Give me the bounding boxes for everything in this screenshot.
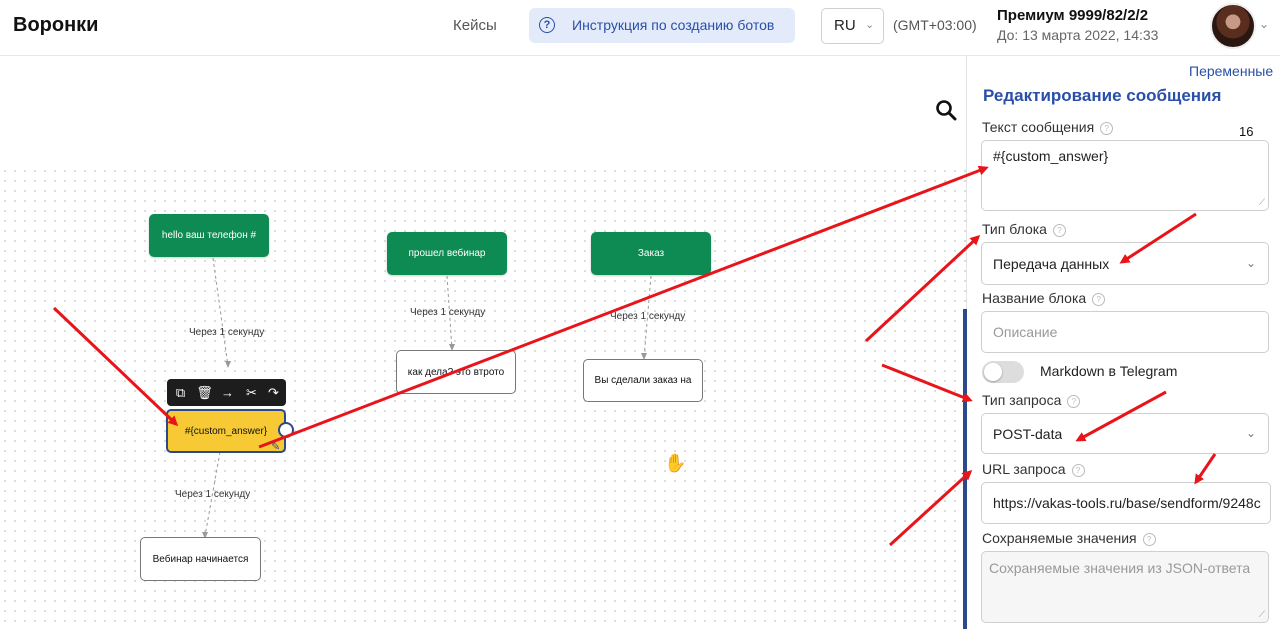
- hand-cursor-icon: ✋: [664, 453, 687, 473]
- share-icon[interactable]: ↷: [264, 383, 283, 402]
- arrow-right-icon[interactable]: →: [218, 383, 237, 402]
- saved-values-label: Сохраняемые значения?: [982, 530, 1156, 546]
- edge-delay-label: Через 1 секунду: [410, 307, 486, 318]
- help-icon[interactable]: ?: [1092, 293, 1106, 306]
- label-text: Название блока: [982, 290, 1087, 306]
- message-text-label: Текст сообщения?: [982, 119, 1114, 135]
- help-icon[interactable]: ?: [1142, 533, 1156, 546]
- label-text: URL запроса: [982, 461, 1066, 477]
- nav-link-cases[interactable]: Кейсы: [453, 17, 497, 34]
- help-icon[interactable]: ?: [1067, 395, 1081, 408]
- flow-node[interactable]: Вы сделали заказ на: [583, 359, 703, 402]
- node-label: hello ваш телефон #: [161, 230, 257, 241]
- message-text-input[interactable]: #{custom_answer} ⟋: [981, 140, 1269, 211]
- plan-expiry: До: 13 марта 2022, 14:33: [997, 27, 1159, 43]
- label-text: Тип запроса: [982, 392, 1062, 408]
- panel-accent-bar: [963, 309, 967, 629]
- node-label: прошел вебинар: [408, 248, 486, 259]
- block-type-label: Тип блока?: [982, 221, 1066, 237]
- block-name-label: Название блока?: [982, 290, 1106, 306]
- request-type-value: POST-data: [993, 426, 1063, 442]
- block-name-placeholder: Описание: [993, 324, 1058, 340]
- char-counter: 16: [1239, 124, 1254, 139]
- funnel-canvas[interactable]: hello ваш телефон # прошел вебинар Заказ…: [0, 56, 966, 629]
- markdown-label: Markdown в Telegram: [1040, 363, 1178, 379]
- node-label: Вебинар начинается: [152, 553, 249, 565]
- help-icon[interactable]: ?: [1052, 224, 1066, 237]
- toggle-knob: [984, 363, 1002, 381]
- variables-link[interactable]: Переменные: [1189, 63, 1273, 79]
- node-output-port[interactable]: [278, 422, 294, 438]
- node-label: Вы сделали заказ на: [594, 375, 692, 386]
- chevron-down-icon: ⌄: [1245, 426, 1256, 440]
- trash-icon[interactable]: 🗑: [195, 383, 214, 402]
- request-type-select[interactable]: POST-data ⌄: [981, 413, 1269, 454]
- block-name-input[interactable]: Описание: [981, 311, 1269, 353]
- flow-node[interactable]: прошел вебинар: [387, 232, 507, 275]
- chevron-down-icon: ⌄: [865, 19, 875, 31]
- copy-icon[interactable]: ⧉: [171, 383, 190, 402]
- markdown-toggle[interactable]: [982, 361, 1024, 383]
- chevron-down-icon: ⌄: [1245, 256, 1256, 270]
- label-text: Тип блока: [982, 221, 1047, 237]
- block-type-value: Передача данных: [993, 256, 1110, 272]
- label-text: Текст сообщения: [982, 119, 1095, 135]
- node-label: как дела? это втрото: [407, 366, 505, 378]
- resize-handle-icon[interactable]: ⟋: [1259, 197, 1265, 208]
- url-label: URL запроса?: [982, 461, 1085, 477]
- saved-values-input[interactable]: Сохраняемые значения из JSON-ответа ⟋: [981, 551, 1269, 623]
- flow-node[interactable]: как дела? это втрото: [396, 350, 516, 394]
- panel-title: Редактирование сообщения: [983, 86, 1222, 105]
- help-icon[interactable]: ?: [1071, 464, 1085, 477]
- edit-panel: Переменные Редактирование сообщения Текс…: [966, 56, 1280, 629]
- flow-node[interactable]: Вебинар начинается: [140, 537, 261, 581]
- label-text: Сохраняемые значения: [982, 530, 1137, 546]
- node-label: #{custom_answer}: [184, 425, 268, 437]
- instructions-label: Инструкция по созданию ботов: [572, 17, 775, 33]
- resize-handle-icon[interactable]: ⟋: [1259, 609, 1265, 620]
- node-toolbar: ⧉ 🗑 → ✂ ↷: [167, 379, 286, 406]
- flow-node[interactable]: Заказ: [591, 232, 711, 275]
- top-header: Воронки Кейсы ? Инструкция по созданию б…: [0, 0, 1280, 56]
- chevron-down-icon[interactable]: ⌄: [1259, 17, 1269, 31]
- message-text-value: #{custom_answer}: [993, 148, 1109, 164]
- help-icon[interactable]: ?: [1100, 122, 1114, 135]
- request-type-label: Тип запроса?: [982, 392, 1081, 408]
- flow-node-selected[interactable]: #{custom_answer}: [166, 409, 286, 453]
- url-input[interactable]: https://vakas-tools.ru/base/sendform/924…: [981, 482, 1271, 524]
- edit-icon[interactable]: ✎: [271, 440, 280, 453]
- question-icon: ?: [539, 17, 555, 33]
- instructions-button[interactable]: ? Инструкция по созданию ботов: [529, 8, 795, 43]
- edge-delay-label: Через 1 секунду: [175, 489, 251, 500]
- plan-name: Премиум 9999/82/2/2: [997, 7, 1149, 24]
- language-value: RU: [834, 17, 856, 34]
- url-value: https://vakas-tools.ru/base/sendform/924…: [993, 495, 1261, 511]
- page-title: Воронки: [13, 14, 99, 36]
- scissors-icon[interactable]: ✂: [242, 383, 261, 402]
- edge-delay-label: Через 1 секунду: [610, 311, 686, 322]
- language-select[interactable]: RU ⌄: [821, 8, 884, 44]
- saved-values-placeholder: Сохраняемые значения из JSON-ответа: [989, 560, 1251, 576]
- edge-delay-label: Через 1 секунду: [189, 327, 265, 338]
- flow-node[interactable]: hello ваш телефон #: [149, 214, 269, 257]
- block-type-select[interactable]: Передача данных ⌄: [981, 242, 1269, 285]
- avatar[interactable]: [1210, 3, 1256, 49]
- timezone-label: (GMT+03:00): [893, 17, 977, 33]
- node-label: Заказ: [637, 248, 665, 259]
